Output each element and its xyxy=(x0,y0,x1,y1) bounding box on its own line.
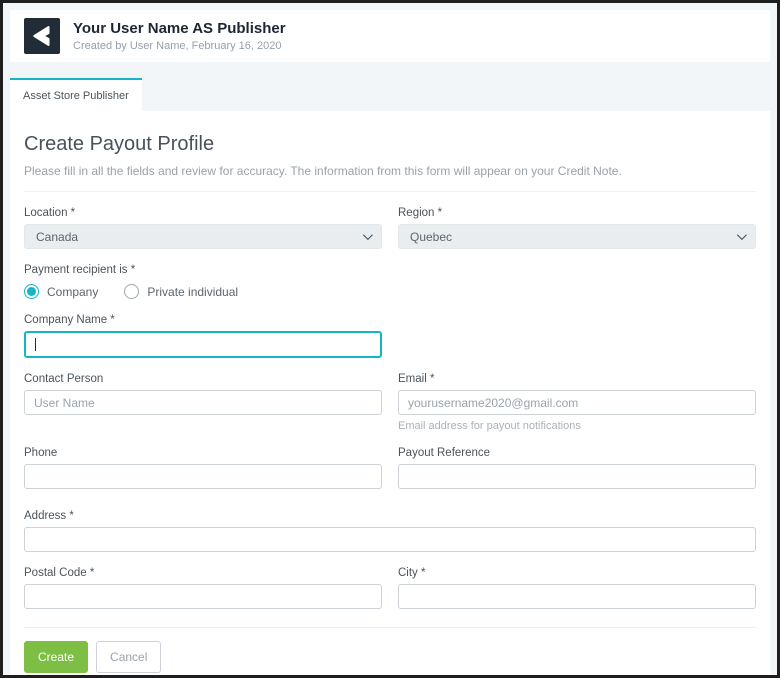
company-name-label: Company Name * xyxy=(24,314,382,327)
cancel-button[interactable]: Cancel xyxy=(96,641,161,673)
payout-reference-label: Payout Reference xyxy=(398,447,756,460)
postal-code-field: Postal Code * xyxy=(24,567,382,609)
payout-form: Location * Canada Region * Quebec Paymen… xyxy=(24,207,756,624)
chevron-down-icon xyxy=(363,230,373,240)
app-window: Your User Name AS Publisher Created by U… xyxy=(0,0,780,678)
payout-reference-field: Payout Reference xyxy=(398,447,756,489)
publisher-header: Your User Name AS Publisher Created by U… xyxy=(10,10,770,62)
region-label: Region * xyxy=(398,207,756,220)
phone-label: Phone xyxy=(24,447,382,460)
location-value: Canada xyxy=(36,230,78,244)
address-input[interactable] xyxy=(24,527,756,552)
tab-asset-store-publisher[interactable]: Asset Store Publisher xyxy=(10,78,142,111)
address-field: Address * xyxy=(24,510,756,552)
radio-unselected-icon[interactable] xyxy=(124,284,139,299)
chevron-down-icon xyxy=(737,230,747,240)
spacer xyxy=(398,314,756,373)
postal-code-label: Postal Code * xyxy=(24,567,382,580)
company-name-input[interactable] xyxy=(24,331,382,358)
contact-person-field: Contact Person xyxy=(24,373,382,432)
form-actions: Create Cancel xyxy=(24,641,756,673)
email-helper-text: Email address for payout notifications xyxy=(398,420,756,432)
city-field: City * xyxy=(398,567,756,609)
contact-person-label: Contact Person xyxy=(24,373,382,386)
contact-person-input[interactable] xyxy=(24,390,382,415)
company-name-field: Company Name * xyxy=(24,314,382,358)
location-label: Location * xyxy=(24,207,382,220)
radio-selected-icon[interactable] xyxy=(24,284,39,299)
unity-cube-glyph xyxy=(29,23,55,49)
page-description: Please fill in all the fields and review… xyxy=(24,164,756,178)
section-divider xyxy=(24,191,756,192)
location-select[interactable]: Canada xyxy=(24,224,382,249)
footer-divider xyxy=(24,627,756,628)
city-label: City * xyxy=(398,567,756,580)
location-field: Location * Canada xyxy=(24,207,382,249)
tab-bar: Asset Store Publisher xyxy=(10,78,770,111)
create-button[interactable]: Create xyxy=(24,641,88,673)
radio-company-label: Company xyxy=(47,285,98,299)
phone-input[interactable] xyxy=(24,464,382,489)
email-input[interactable] xyxy=(398,390,756,415)
page-title: Create Payout Profile xyxy=(24,133,756,156)
region-field: Region * Quebec xyxy=(398,207,756,249)
radio-private-individual-label: Private individual xyxy=(147,285,238,299)
payout-profile-form-card: Create Payout Profile Please fill in all… xyxy=(10,111,770,678)
unity-logo-icon xyxy=(24,18,60,54)
recipient-options: Company Private individual xyxy=(24,284,756,299)
radio-company[interactable]: Company xyxy=(24,284,98,299)
header-text-block: Your User Name AS Publisher Created by U… xyxy=(73,20,286,52)
postal-code-input[interactable] xyxy=(24,584,382,609)
phone-field: Phone xyxy=(24,447,382,489)
region-select[interactable]: Quebec xyxy=(398,224,756,249)
recipient-field: Payment recipient is * Company Private i… xyxy=(24,264,756,299)
city-input[interactable] xyxy=(398,584,756,609)
email-field: Email * Email address for payout notific… xyxy=(398,373,756,432)
publisher-title: Your User Name AS Publisher xyxy=(73,20,286,38)
email-label: Email * xyxy=(398,373,756,386)
text-cursor xyxy=(35,338,36,351)
address-label: Address * xyxy=(24,510,756,523)
radio-private-individual[interactable]: Private individual xyxy=(124,284,238,299)
payout-reference-input[interactable] xyxy=(398,464,756,489)
recipient-label: Payment recipient is * xyxy=(24,264,756,277)
publisher-subtitle: Created by User Name, February 16, 2020 xyxy=(73,40,286,52)
region-value: Quebec xyxy=(410,230,452,244)
